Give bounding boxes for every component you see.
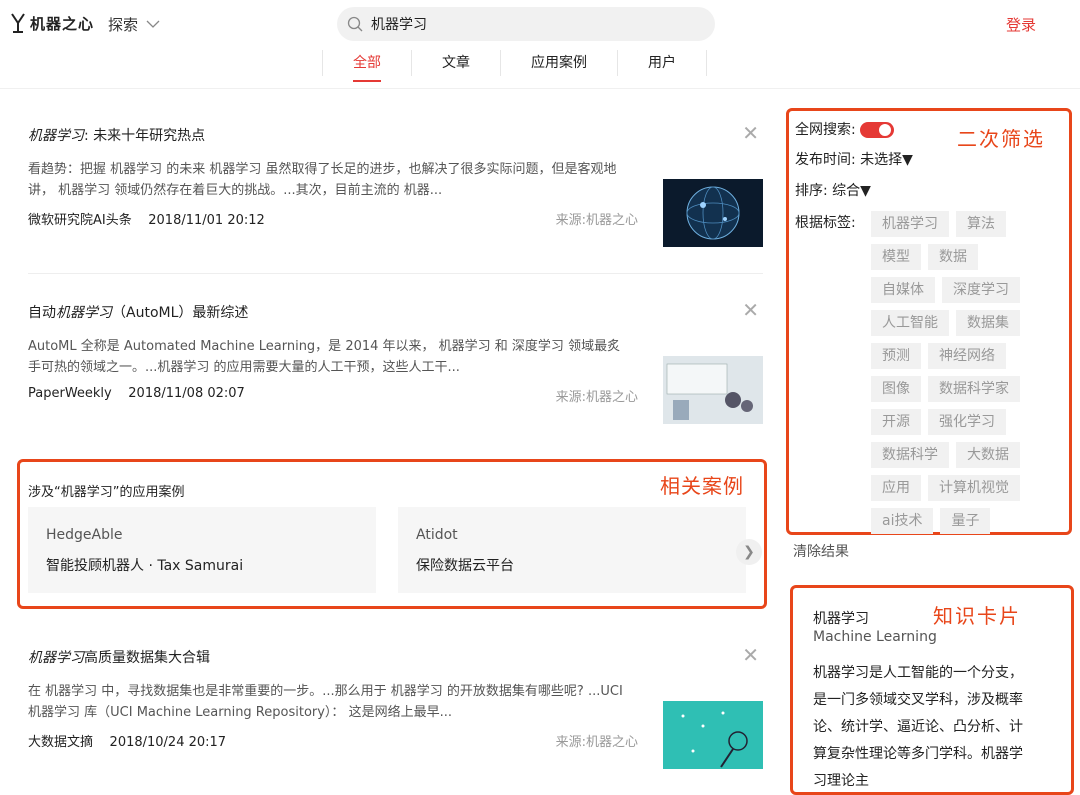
- tab-all[interactable]: 全部: [322, 50, 411, 82]
- tag[interactable]: 人工智能: [871, 310, 949, 336]
- tag[interactable]: ai技术: [871, 508, 934, 534]
- article-title[interactable]: 机器学习: 未来十年研究热点: [28, 125, 763, 145]
- tag[interactable]: 深度学习: [942, 277, 1020, 303]
- sort-select[interactable]: 综合▼: [832, 183, 871, 199]
- clear-results-link[interactable]: 清除结果: [793, 541, 849, 561]
- article-thumbnail[interactable]: [663, 701, 763, 769]
- result-tabs: 全部 文章 应用案例 用户: [322, 50, 707, 84]
- global-search-toggle[interactable]: [860, 122, 895, 138]
- article-source: 来源:机器之心: [555, 213, 638, 228]
- knowledge-title[interactable]: 机器学习: [813, 608, 869, 628]
- case-name: HedgeAble: [46, 527, 123, 543]
- article-author[interactable]: 微软研究院AI头条: [28, 213, 132, 228]
- search-bar[interactable]: [337, 7, 715, 41]
- logo-mark-icon: [10, 12, 26, 34]
- article-meta: 微软研究院AI头条 2018/11/01 20:12 来源:机器之心: [28, 209, 638, 228]
- header-divider: [0, 88, 1080, 89]
- tab-cases[interactable]: 应用案例: [500, 50, 617, 76]
- tag[interactable]: 数据科学: [871, 442, 949, 468]
- time-filter-row: 发布时间: 未选择▼: [795, 149, 913, 169]
- tag[interactable]: 自媒体: [871, 277, 935, 303]
- explore-label: 探索: [108, 16, 139, 34]
- tag[interactable]: 量子: [940, 508, 991, 534]
- global-search-row: 全网搜索:: [795, 119, 895, 139]
- case-card[interactable]: HedgeAble 智能投顾机器人 · Tax Samurai: [28, 507, 376, 593]
- chevron-right-icon[interactable]: ❯: [736, 539, 762, 565]
- article-meta: PaperWeekly 2018/11/08 02:07 来源:机器之心: [28, 386, 638, 405]
- tag[interactable]: 算法: [956, 211, 1006, 237]
- sort-label: 排序:: [795, 183, 828, 199]
- explore-menu[interactable]: 探索: [108, 14, 160, 35]
- tag[interactable]: 数据科学家: [928, 376, 1020, 402]
- global-search-label: 全网搜索:: [795, 122, 856, 138]
- tag[interactable]: 强化学习: [928, 409, 1006, 435]
- close-icon[interactable]: ✕: [742, 643, 759, 667]
- article-title[interactable]: 机器学习高质量数据集大合辑: [28, 647, 763, 667]
- article-date: 2018/11/08 02:07: [128, 386, 245, 401]
- secondary-filter-panel: 二次筛选 全网搜索: 发布时间: 未选择▼ 排序: 综合▼ 根据标签: 机器学习…: [786, 108, 1072, 535]
- article-date: 2018/11/01 20:12: [148, 213, 265, 228]
- article-snippet: AutoML 全称是 Automated Machine Learning，是 …: [28, 339, 621, 375]
- article-thumbnail[interactable]: [663, 179, 763, 247]
- tag[interactable]: 预测: [871, 343, 921, 369]
- tag[interactable]: 图像: [871, 376, 921, 402]
- tag[interactable]: 开源: [871, 409, 921, 435]
- knowledge-english: Machine Learning: [813, 629, 937, 645]
- tag-list: 机器学习 算法 模型 数据 自媒体 深度学习 人工智能 数据集 预测 神经网络 图像 数据科…: [871, 211, 1061, 541]
- article-meta: 大数据文摘 2018/10/24 20:17 来源:机器之心: [28, 731, 638, 750]
- logo[interactable]: 机器之心: [10, 12, 94, 34]
- tag[interactable]: 应用: [871, 475, 921, 501]
- article-date: 2018/10/24 20:17: [109, 735, 227, 750]
- article-item[interactable]: 自动机器学习（AutoML）最新综述 ✕ AutoML 全称是 Automate…: [28, 298, 763, 424]
- case-desc: 智能投顾机器人 · Tax Samurai: [46, 558, 244, 574]
- article-author[interactable]: PaperWeekly: [28, 386, 112, 401]
- case-name: Atidot: [416, 527, 458, 543]
- sort-row: 排序: 综合▼: [795, 180, 871, 200]
- knowledge-annotation: 知识卡片: [933, 604, 1021, 628]
- time-label: 发布时间:: [795, 152, 856, 168]
- search-input[interactable]: [369, 15, 693, 33]
- article-snippet: 在 机器学习 中，寻找数据集也是非常重要的一步。...那么用于 机器学习 的开放…: [28, 684, 623, 720]
- login-link[interactable]: 登录: [1006, 14, 1036, 35]
- tags-label: 根据标签:: [795, 215, 856, 231]
- tag[interactable]: 计算机视觉: [928, 475, 1020, 501]
- article-snippet: 看趋势：把握 机器学习 的未来 机器学习 虽然取得了长足的进步，也解决了很多实际…: [28, 162, 617, 198]
- tag[interactable]: 数据集: [956, 310, 1020, 336]
- article-source: 来源:机器之心: [555, 390, 638, 405]
- tab-articles[interactable]: 文章: [411, 50, 500, 76]
- cases-title: 涉及“机器学习”的应用案例: [28, 485, 185, 500]
- tab-users[interactable]: 用户: [617, 50, 706, 76]
- filter-annotation: 二次筛选: [957, 127, 1045, 151]
- time-select[interactable]: 未选择▼: [860, 152, 913, 168]
- article-title[interactable]: 自动机器学习（AutoML）最新综述: [28, 302, 763, 322]
- close-icon[interactable]: ✕: [742, 121, 759, 145]
- article-thumbnail[interactable]: [663, 356, 763, 424]
- related-cases-section: 涉及“机器学习”的应用案例 相关案例 HedgeAble 智能投顾机器人 · T…: [17, 459, 767, 609]
- tag[interactable]: 神经网络: [928, 343, 1006, 369]
- divider: [28, 273, 763, 274]
- search-icon: [347, 16, 363, 32]
- knowledge-description: 机器学习是人工智能的一个分支，是一门多领域交叉学科，涉及概率论、统计学、逼近论、…: [813, 665, 1023, 789]
- tag[interactable]: 模型: [871, 244, 921, 270]
- case-card[interactable]: Atidot 保险数据云平台: [398, 507, 746, 593]
- article-item[interactable]: 机器学习: 未来十年研究热点 ✕ 看趋势：把握 机器学习 的未来 机器学习 虽然…: [28, 121, 763, 247]
- article-source: 来源:机器之心: [555, 735, 638, 750]
- knowledge-card: 机器学习 知识卡片 Machine Learning 机器学习是人工智能的一个分…: [790, 585, 1074, 795]
- case-desc: 保险数据云平台: [416, 558, 514, 574]
- tag[interactable]: 机器学习: [871, 211, 949, 237]
- chevron-down-icon: [146, 20, 160, 28]
- tag[interactable]: 数据: [928, 244, 978, 270]
- tab-divider: [706, 50, 707, 76]
- article-author[interactable]: 大数据文摘: [28, 735, 93, 750]
- article-item[interactable]: 机器学习高质量数据集大合辑 ✕ 在 机器学习 中，寻找数据集也是非常重要的一步。…: [28, 643, 763, 769]
- cases-annotation: 相关案例: [660, 474, 744, 498]
- tag[interactable]: 大数据: [956, 442, 1020, 468]
- close-icon[interactable]: ✕: [742, 298, 759, 322]
- brand-name: 机器之心: [30, 14, 95, 33]
